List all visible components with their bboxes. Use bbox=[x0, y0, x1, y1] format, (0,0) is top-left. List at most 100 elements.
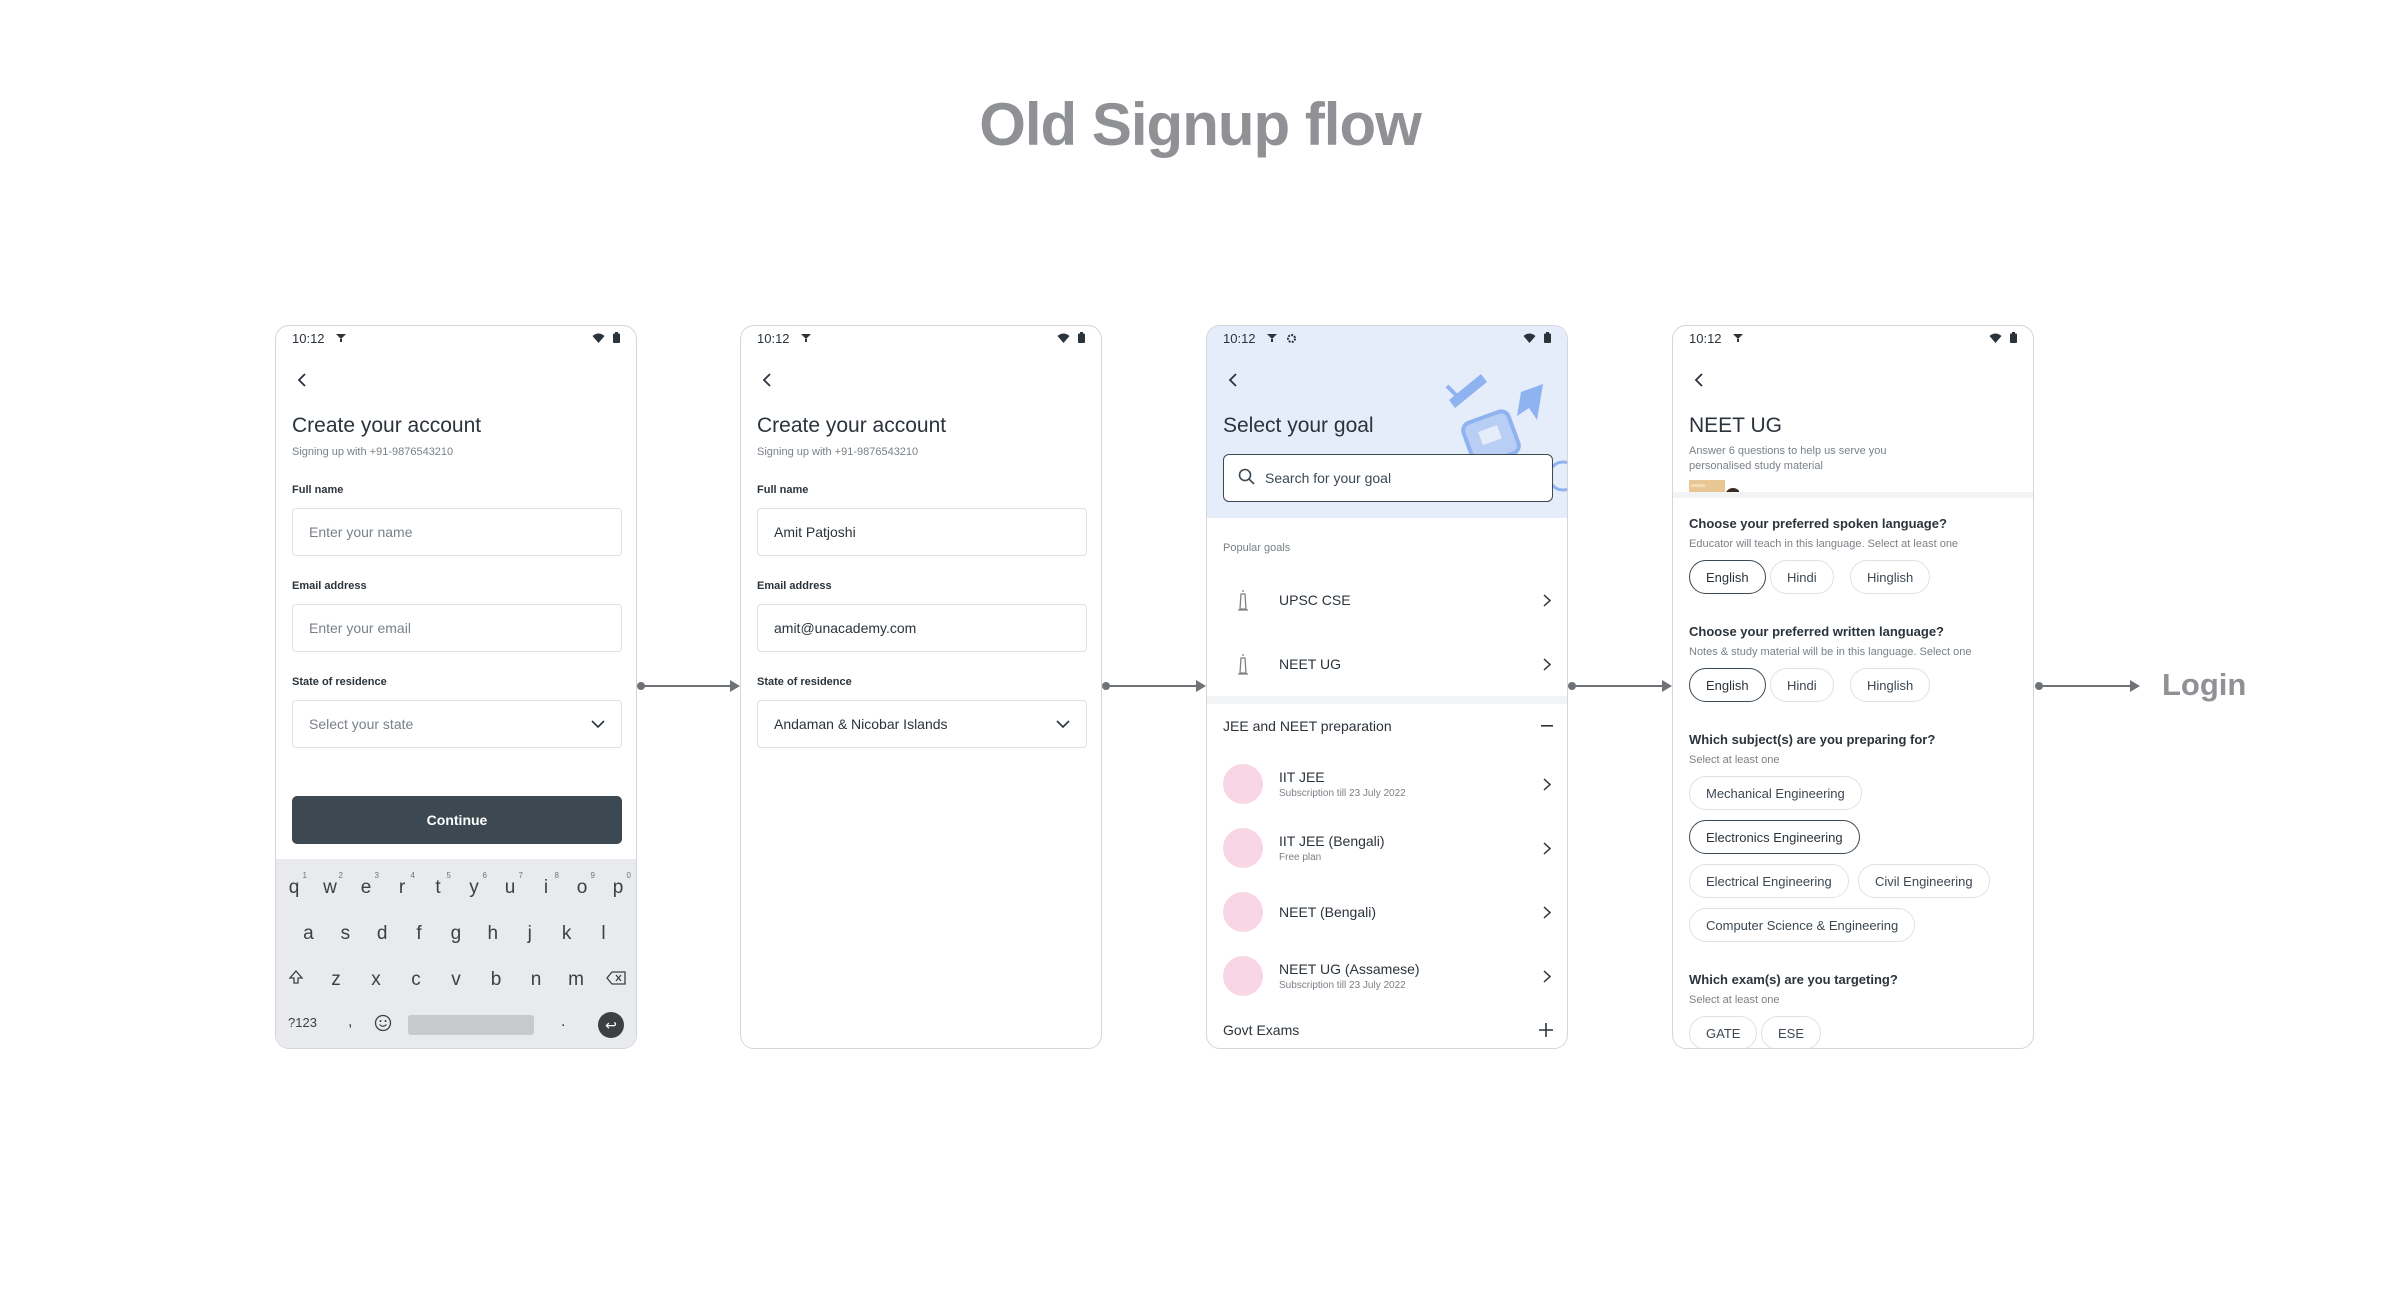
goal-name: IIT JEE (Bengali) bbox=[1279, 833, 1385, 849]
key-g[interactable]: g bbox=[441, 923, 471, 945]
key-j[interactable]: j bbox=[515, 923, 545, 945]
key-n[interactable]: n bbox=[521, 969, 551, 991]
notification-icon bbox=[800, 333, 812, 343]
fullname-input[interactable]: Amit Patjoshi bbox=[757, 508, 1087, 556]
screen-title: Create your account bbox=[292, 414, 482, 437]
key-r[interactable]: r4 bbox=[387, 871, 417, 899]
key-s[interactable]: s bbox=[330, 923, 360, 945]
email-input[interactable]: amit@unacademy.com bbox=[757, 604, 1087, 652]
chip-ese[interactable]: ESE bbox=[1761, 1016, 1822, 1048]
battery-icon bbox=[2010, 331, 2017, 346]
backspace-icon[interactable] bbox=[601, 969, 631, 991]
spacebar[interactable] bbox=[408, 1015, 534, 1035]
key-a[interactable]: a bbox=[293, 923, 323, 945]
battery-icon bbox=[1544, 331, 1551, 346]
goal-avatar bbox=[1223, 764, 1263, 804]
key-b[interactable]: b bbox=[481, 969, 511, 991]
key-z[interactable]: z bbox=[321, 969, 351, 991]
goal-search-input[interactable]: Search for your goal bbox=[1223, 454, 1553, 502]
enter-icon[interactable]: ↩ bbox=[598, 1012, 624, 1038]
back-arrow-icon[interactable] bbox=[1687, 368, 1711, 392]
goal-plan: Subscription till 23 July 2022 bbox=[1279, 980, 1406, 991]
key-y[interactable]: y6 bbox=[459, 871, 489, 899]
status-bar: 10:12 bbox=[741, 326, 1101, 350]
back-arrow-icon[interactable] bbox=[290, 368, 314, 392]
key-w[interactable]: w2 bbox=[315, 871, 345, 899]
chip-hinglish[interactable]: Hinglish bbox=[1850, 560, 1931, 594]
fullname-placeholder: Enter your name bbox=[309, 524, 413, 540]
chip-english[interactable]: English bbox=[1689, 668, 1766, 702]
key-k[interactable]: k bbox=[552, 923, 582, 945]
flow-arrow bbox=[637, 680, 740, 692]
chip-hindi[interactable]: Hindi bbox=[1770, 668, 1834, 702]
key-f[interactable]: f bbox=[404, 923, 434, 945]
key-p[interactable]: p0 bbox=[603, 871, 633, 899]
expand-icon[interactable] bbox=[1539, 1023, 1553, 1037]
key-m[interactable]: m bbox=[561, 969, 591, 991]
screen-title: Select your goal bbox=[1223, 414, 1374, 437]
chevron-right-icon bbox=[1543, 841, 1551, 855]
list-item[interactable]: NEET UG (Assamese) Subscription till 23 J… bbox=[1207, 948, 1567, 1004]
list-item[interactable]: NEET UG bbox=[1207, 636, 1567, 692]
login-label: Login bbox=[2162, 667, 2247, 702]
email-label: Email address bbox=[757, 580, 832, 592]
goal-avatar bbox=[1223, 956, 1263, 996]
key-d[interactable]: d bbox=[367, 923, 397, 945]
question-written-language: Choose your preferred written language? bbox=[1689, 624, 1944, 639]
key-comma[interactable]: , bbox=[348, 1013, 352, 1031]
key-u[interactable]: u7 bbox=[495, 871, 525, 899]
key-i[interactable]: i8 bbox=[531, 871, 561, 899]
list-item[interactable]: IIT JEE Subscription till 23 July 2022 bbox=[1207, 756, 1567, 812]
fullname-input[interactable]: Enter your name bbox=[292, 508, 622, 556]
continue-button[interactable]: Continue bbox=[292, 796, 622, 844]
search-icon bbox=[1238, 468, 1255, 488]
chip-hindi[interactable]: Hindi bbox=[1770, 560, 1834, 594]
notification-icon bbox=[335, 333, 347, 343]
key-t[interactable]: t5 bbox=[423, 871, 453, 899]
monument-icon bbox=[1223, 580, 1263, 620]
battery-icon bbox=[613, 331, 620, 346]
question-hint: Notes & study material will be in this l… bbox=[1689, 646, 1972, 658]
chip-electrical-engineering[interactable]: Electrical Engineering bbox=[1689, 864, 1849, 898]
key-x[interactable]: x bbox=[361, 969, 391, 991]
flow-arrow bbox=[1568, 680, 1672, 692]
chip-electronics-engineering[interactable]: Electronics Engineering bbox=[1689, 820, 1860, 854]
question-hint: Select at least one bbox=[1689, 754, 1780, 766]
chip-mechanical-engineering[interactable]: Mechanical Engineering bbox=[1689, 776, 1862, 810]
emoji-icon[interactable] bbox=[374, 1014, 392, 1037]
section-divider bbox=[1207, 696, 1567, 704]
state-select[interactable]: Select your state bbox=[292, 700, 622, 748]
battery-icon bbox=[1078, 331, 1085, 346]
screen-subtitle: Signing up with +91-9876543210 bbox=[292, 446, 454, 458]
email-input[interactable]: Enter your email bbox=[292, 604, 622, 652]
list-item[interactable]: IIT JEE (Bengali) Free plan bbox=[1207, 820, 1567, 876]
chip-civil-engineering[interactable]: Civil Engineering bbox=[1858, 864, 1990, 898]
section-header-jee-neet[interactable]: JEE and NEET preparation bbox=[1223, 718, 1553, 734]
chip-computer-science[interactable]: Computer Science & Engineering bbox=[1689, 908, 1916, 942]
chip-english[interactable]: English bbox=[1689, 560, 1766, 594]
list-item[interactable]: NEET (Bengali) bbox=[1207, 884, 1567, 940]
key-c[interactable]: c bbox=[401, 969, 431, 991]
shift-icon[interactable] bbox=[281, 969, 311, 991]
notification-icon bbox=[1266, 333, 1278, 343]
back-arrow-icon[interactable] bbox=[755, 368, 779, 392]
chevron-right-icon bbox=[1543, 593, 1551, 607]
goal-avatar bbox=[1223, 892, 1263, 932]
list-item[interactable]: UPSC CSE bbox=[1207, 572, 1567, 628]
key-o[interactable]: o9 bbox=[567, 871, 597, 899]
key-q[interactable]: q1 bbox=[279, 871, 309, 899]
chip-hinglish[interactable]: Hinglish bbox=[1850, 668, 1931, 702]
key-period[interactable]: . bbox=[561, 1013, 565, 1031]
back-arrow-icon[interactable] bbox=[1221, 368, 1245, 392]
collapse-icon[interactable] bbox=[1541, 725, 1553, 727]
section-header-govt-exams[interactable]: Govt Exams bbox=[1223, 1022, 1553, 1038]
key-h[interactable]: h bbox=[478, 923, 508, 945]
screen-subtitle: Signing up with +91-9876543210 bbox=[757, 446, 919, 458]
key-l[interactable]: l bbox=[588, 923, 618, 945]
key-e[interactable]: e3 bbox=[351, 871, 381, 899]
goal-name: NEET (Bengali) bbox=[1279, 904, 1377, 920]
key-symbols[interactable]: ?123 bbox=[288, 1015, 317, 1030]
state-select[interactable]: Andaman & Nicobar Islands bbox=[757, 700, 1087, 748]
key-v[interactable]: v bbox=[441, 969, 471, 991]
chip-gate[interactable]: GATE bbox=[1689, 1016, 1758, 1048]
